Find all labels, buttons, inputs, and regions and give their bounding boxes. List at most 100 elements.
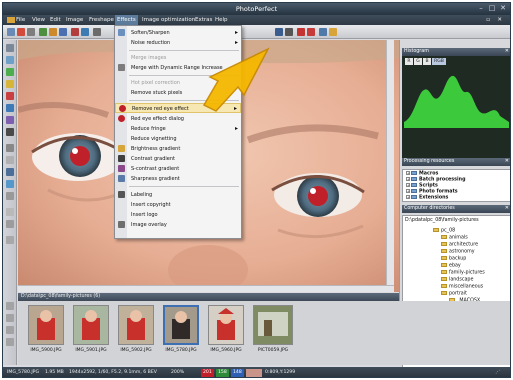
save-icon[interactable] <box>17 28 25 36</box>
thumb-tool2-icon[interactable] <box>6 314 14 322</box>
undo-icon[interactable] <box>71 28 79 36</box>
dir-astronomy[interactable]: astronomy <box>441 249 475 255</box>
menu-freshape[interactable]: Freshape <box>89 17 114 23</box>
dir-miscellaneous[interactable]: miscellaneous <box>441 284 483 290</box>
tree-item-macros[interactable]: + Macros <box>406 171 438 177</box>
fit-icon[interactable] <box>319 28 327 36</box>
stop-icon[interactable] <box>307 28 315 36</box>
thumbnail[interactable] <box>253 305 293 345</box>
close-icon[interactable]: ✕ <box>505 158 509 164</box>
pointer-icon[interactable] <box>6 44 14 52</box>
tree-item-batch[interactable]: + Batch processing <box>406 177 466 183</box>
hand-icon[interactable] <box>6 56 14 64</box>
menu-item-red-eye-dialog[interactable]: Red eye effect dialog <box>115 114 241 124</box>
measure-icon[interactable] <box>6 220 14 228</box>
resize-icon[interactable] <box>59 28 67 36</box>
maximize-icon[interactable]: □ <box>487 4 497 13</box>
menu-edit[interactable]: Edit <box>50 17 61 23</box>
dir-pc08[interactable]: pc_08 <box>433 228 455 234</box>
menu-help[interactable]: Help <box>215 17 228 23</box>
dir-architecture[interactable]: architecture <box>441 242 478 248</box>
close-doc-icon[interactable]: ✕ <box>497 17 502 23</box>
print-icon[interactable] <box>27 28 35 36</box>
menu-item-soften-sharpen[interactable]: Soften/Sharpen ▸ <box>115 28 241 38</box>
thumbnail-label: IMG_5900.JPG <box>30 348 62 353</box>
rotate-icon[interactable] <box>49 28 57 36</box>
zoom-tool-icon[interactable] <box>6 208 14 216</box>
dir-ebay[interactable]: ebay <box>441 263 461 269</box>
histogram-channel-r[interactable]: R <box>405 58 413 65</box>
dir-backup[interactable]: backup <box>441 256 466 262</box>
menu-item-s-contrast-gradient[interactable]: S-contrast gradient <box>115 164 241 174</box>
menu-effects[interactable]: Effects <box>115 15 138 25</box>
thumbnail[interactable] <box>73 305 109 345</box>
eraser-icon[interactable] <box>6 92 14 100</box>
title-bar: PhotoPerfect – □ ✕ <box>3 3 510 15</box>
menu-item-image-overlay[interactable]: Image overlay <box>115 220 241 230</box>
label-icon <box>118 191 125 198</box>
menu-item-sharpness-gradient[interactable]: Sharpness gradient <box>115 174 241 184</box>
rotate-tool-icon[interactable] <box>6 236 14 244</box>
thumbnail[interactable] <box>208 305 244 345</box>
close-icon[interactable]: ✕ <box>505 48 509 54</box>
redo-icon[interactable] <box>81 28 89 36</box>
histogram-channel-rgb[interactable]: RGB <box>432 58 446 65</box>
menu-item-labeling[interactable]: Labeling <box>115 190 241 200</box>
fullscreen-icon[interactable] <box>329 28 337 36</box>
text-icon[interactable] <box>6 128 14 136</box>
select-icon[interactable] <box>6 144 14 152</box>
zoom-icon[interactable] <box>93 28 101 36</box>
menu-view[interactable]: View <box>32 17 45 23</box>
dir-animals[interactable]: animals <box>441 235 468 241</box>
magic-wand-icon[interactable] <box>6 168 14 176</box>
menu-image-optimization[interactable]: Image optimization <box>142 17 195 23</box>
tree-item-extensions[interactable]: + Extensions <box>406 195 448 201</box>
menu-item-brightness-gradient[interactable]: Brightness gradient <box>115 144 241 154</box>
tree-item-scripts[interactable]: + Scripts <box>406 183 438 189</box>
menu-file[interactable]: File <box>16 17 25 23</box>
blur-icon[interactable] <box>6 192 14 200</box>
status-coords: 0:809,Y:1299 <box>265 370 296 375</box>
dir-portrait[interactable]: portrait <box>441 291 467 297</box>
thumb-tool-icon[interactable] <box>6 302 14 310</box>
properties-icon[interactable] <box>285 28 293 36</box>
open-icon[interactable] <box>7 28 15 36</box>
menu-item-insert-logo[interactable]: Insert logo <box>115 210 241 220</box>
thumbnail[interactable] <box>118 305 154 345</box>
pencil-icon[interactable] <box>6 80 14 88</box>
thumb-tool3-icon[interactable] <box>6 326 14 334</box>
fill-icon[interactable] <box>6 104 14 112</box>
horizontal-scrollbar[interactable] <box>18 285 394 292</box>
menu-item-reduce-fringe[interactable]: Reduce fringe ▸ <box>115 124 241 134</box>
menu-item-contrast-gradient[interactable]: Contrast gradient <box>115 154 241 164</box>
histogram-channel-b[interactable]: B <box>423 58 431 65</box>
thumbnail-label: IMG_5780.JPG <box>165 348 197 353</box>
lasso-icon[interactable] <box>6 156 14 164</box>
restore-icon[interactable]: ▫ <box>486 17 490 23</box>
crop-icon[interactable] <box>39 28 47 36</box>
menu-item-reduce-vignetting[interactable]: Reduce vignetting <box>115 134 241 144</box>
thumbnail[interactable] <box>28 305 64 345</box>
brush-icon[interactable] <box>6 68 14 76</box>
status-grip-icon: ⋰ <box>495 370 500 375</box>
save-as-icon[interactable] <box>275 28 283 36</box>
directory-root[interactable]: D:\pdatalpc_08\family-pictures <box>405 218 479 223</box>
toolbar <box>3 25 510 39</box>
thumbnail-selected[interactable] <box>163 305 199 345</box>
minimize-icon[interactable]: – <box>476 4 486 13</box>
close-icon[interactable]: ✕ <box>498 4 508 13</box>
sharpen-icon <box>118 29 125 36</box>
delete-icon[interactable] <box>297 28 305 36</box>
menu-extras[interactable]: Extras <box>195 17 212 23</box>
close-icon[interactable]: ✕ <box>505 205 509 211</box>
tree-item-photo-formats[interactable]: + Photo formats <box>406 189 458 195</box>
eyedropper-icon[interactable] <box>6 116 14 124</box>
menu-image[interactable]: Image <box>66 17 83 23</box>
clone-icon[interactable] <box>6 180 14 188</box>
dir-landscape[interactable]: landscape <box>441 277 473 283</box>
dir-family-pictures[interactable]: family-pictures <box>441 270 485 276</box>
vertical-scrollbar[interactable] <box>386 40 394 292</box>
histogram-channel-g[interactable]: G <box>414 58 422 65</box>
menu-item-insert-copyright[interactable]: Insert copyright <box>115 200 241 210</box>
thumb-tool4-icon[interactable] <box>6 338 14 346</box>
